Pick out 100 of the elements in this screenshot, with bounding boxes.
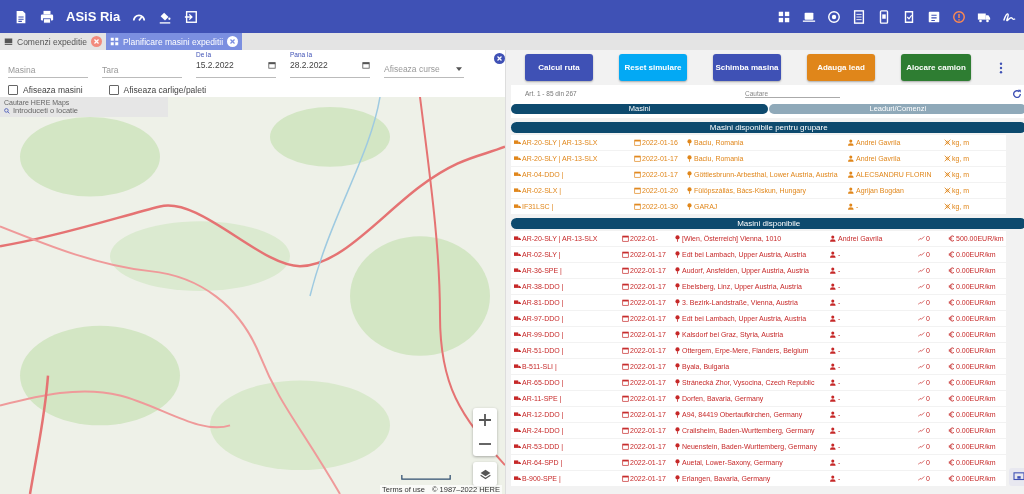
checkbox-label: Afiseaza carlige/paleti — [123, 85, 207, 95]
euro-icon — [948, 315, 955, 322]
pin-icon — [674, 395, 681, 402]
person-icon — [830, 331, 837, 338]
receipt-icon[interactable] — [852, 9, 866, 24]
grid-icon[interactable] — [777, 9, 791, 24]
scale-icon — [944, 203, 951, 210]
pin-icon — [686, 187, 693, 194]
calendar-icon[interactable] — [362, 61, 370, 69]
calendar-icon — [622, 299, 629, 306]
layers-icon — [478, 467, 492, 481]
person-icon — [830, 267, 837, 274]
calendar-icon — [622, 315, 629, 322]
euro-icon — [948, 459, 955, 466]
calendar-icon — [634, 203, 641, 210]
person-icon — [848, 187, 855, 194]
person-icon — [830, 363, 837, 370]
pin-icon — [686, 139, 693, 146]
calendar-icon — [622, 331, 629, 338]
scale-icon — [944, 187, 951, 194]
euro-icon — [948, 283, 955, 290]
scale-icon — [944, 155, 951, 162]
trend-icon — [918, 283, 925, 290]
trend-icon — [918, 395, 925, 402]
euro-icon — [948, 235, 955, 242]
action-button[interactable]: Alocare camion — [901, 54, 971, 81]
pin-icon — [674, 283, 681, 290]
person-icon — [830, 379, 837, 386]
euro-icon — [948, 251, 955, 258]
trend-icon — [918, 347, 925, 354]
calendar-icon — [622, 411, 629, 418]
pin-icon — [674, 411, 681, 418]
euro-icon — [948, 395, 955, 402]
pin-icon — [674, 363, 681, 370]
pin-icon — [686, 155, 693, 162]
scale-icon — [944, 139, 951, 146]
input-field[interactable]: Tara — [102, 62, 182, 78]
pin-icon — [674, 315, 681, 322]
calendar-icon — [622, 251, 629, 258]
select-field[interactable]: Afiseaza curse — [384, 61, 464, 78]
alert-icon[interactable] — [952, 9, 966, 24]
location-icon[interactable] — [827, 9, 841, 24]
app-title: ASiS Ria — [66, 9, 121, 24]
trend-icon — [918, 251, 925, 258]
login-icon[interactable] — [184, 9, 199, 24]
calendar-icon — [634, 139, 641, 146]
trend-icon — [918, 331, 925, 338]
action-button[interactable]: Calcul ruta — [525, 54, 593, 81]
person-icon — [830, 283, 837, 290]
pin-icon — [674, 347, 681, 354]
printer-icon[interactable] — [40, 9, 54, 24]
person-icon — [830, 315, 837, 322]
euro-icon — [948, 347, 955, 354]
calendar-icon — [622, 363, 629, 370]
calendar-icon — [634, 171, 641, 178]
trend-icon — [918, 459, 925, 466]
person-icon — [848, 171, 855, 178]
calendar-icon — [622, 459, 629, 466]
trend-icon — [918, 411, 925, 418]
pin-icon — [674, 427, 681, 434]
scale-icon — [944, 171, 951, 178]
screen-share-button[interactable] — [1009, 468, 1024, 486]
euro-icon — [948, 379, 955, 386]
checklist-icon[interactable] — [902, 9, 916, 24]
pin-icon — [674, 379, 681, 386]
action-button[interactable]: Schimba masina — [713, 54, 781, 81]
checkbox[interactable] — [108, 85, 119, 95]
pin-icon — [674, 251, 681, 258]
grid-icon — [109, 37, 119, 46]
person-icon — [830, 459, 837, 466]
search-icon — [4, 107, 10, 114]
pin-icon — [686, 171, 693, 178]
layers-button[interactable] — [473, 462, 497, 486]
close-icon[interactable] — [227, 36, 239, 47]
euro-icon — [948, 299, 955, 306]
calendar-icon — [622, 347, 629, 354]
person-icon — [830, 443, 837, 450]
section-header: Masini disponibile pentru grupare — [511, 122, 1024, 133]
refresh-icon[interactable] — [1012, 88, 1023, 99]
person-icon — [830, 347, 837, 354]
phone-icon[interactable] — [877, 9, 891, 24]
document-icon[interactable] — [14, 9, 28, 24]
checkbox[interactable] — [8, 85, 18, 95]
notes-icon[interactable] — [927, 9, 941, 24]
calendar-icon — [622, 235, 629, 242]
euro-icon — [948, 427, 955, 434]
calendar-icon — [622, 443, 629, 450]
calendar-icon[interactable] — [268, 61, 276, 69]
tab[interactable]: Comenzi expeditie — [0, 33, 106, 50]
pin-icon — [674, 235, 681, 242]
input-field[interactable]: Masina — [8, 62, 88, 78]
tab[interactable]: Planificare masini expeditii — [105, 33, 243, 50]
monitor-icon — [1013, 472, 1024, 482]
more-icon[interactable] — [999, 61, 1003, 74]
person-icon — [848, 155, 855, 162]
close-icon[interactable] — [494, 53, 505, 64]
trend-icon — [918, 363, 925, 370]
euro-icon — [948, 475, 955, 482]
pin-icon — [674, 443, 681, 450]
euro-icon — [948, 267, 955, 274]
